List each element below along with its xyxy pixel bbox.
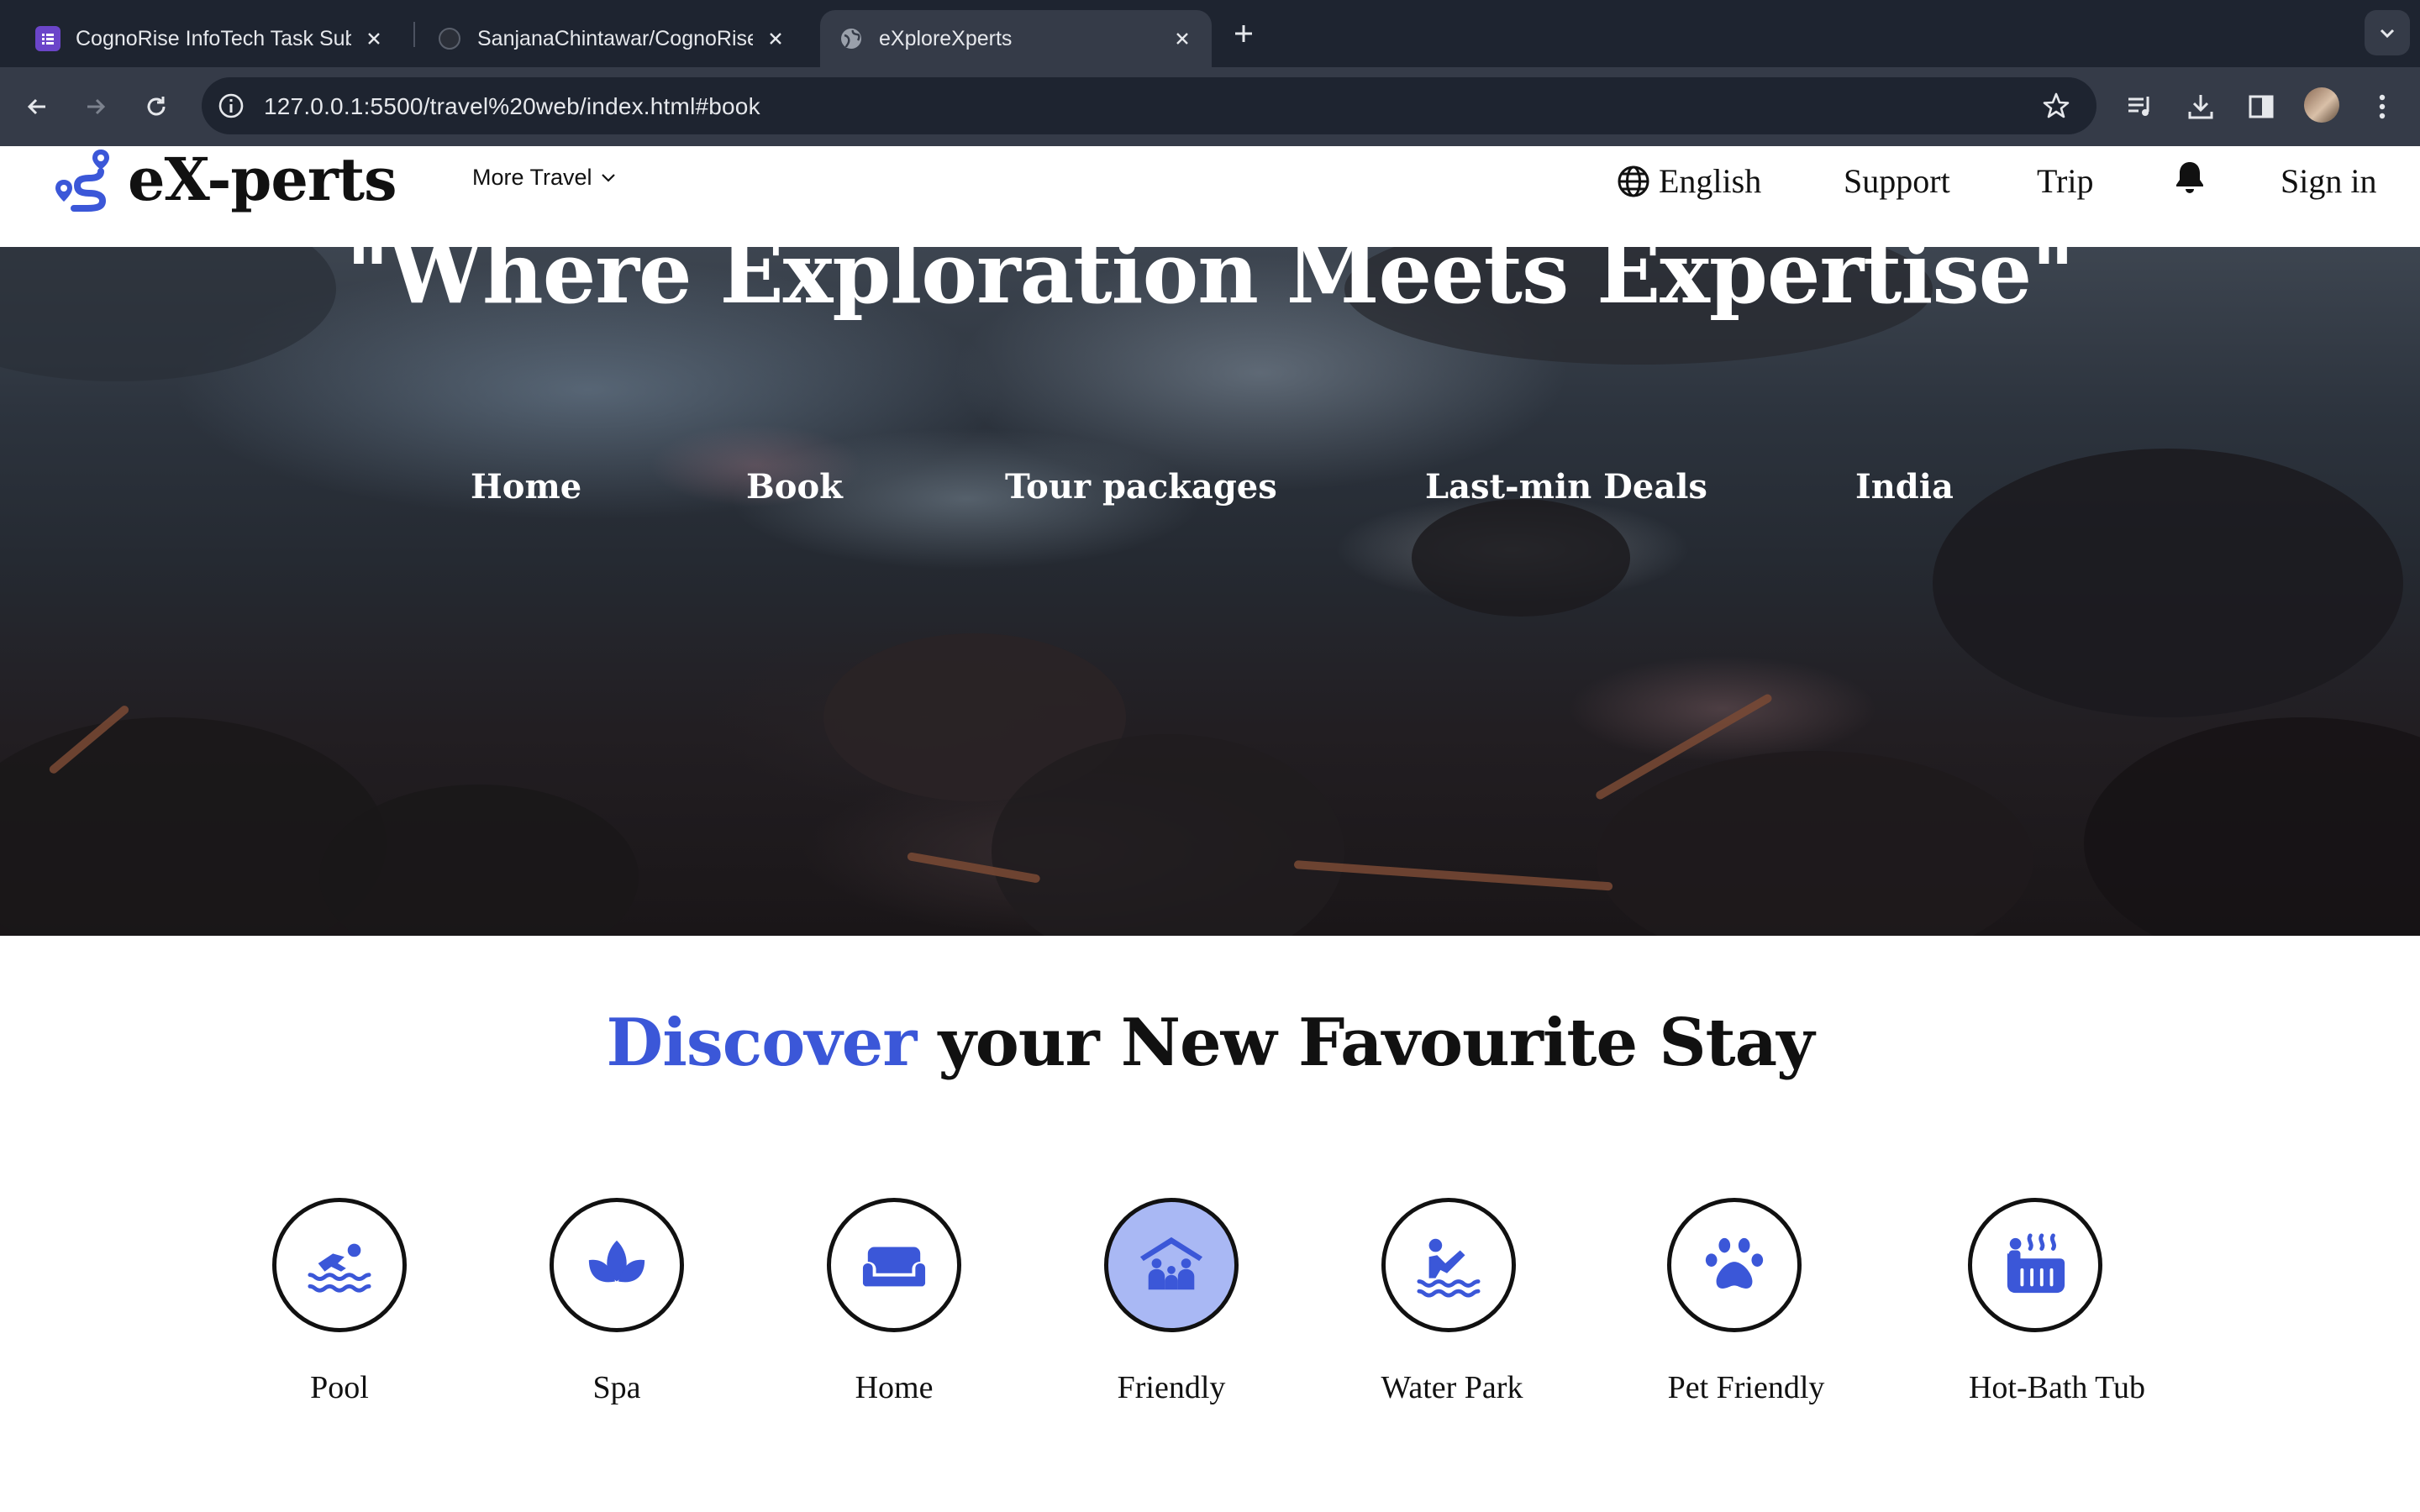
hero-nav-last-min-deals[interactable]: Last-min Deals: [1425, 467, 1707, 507]
kebab-menu-icon[interactable]: [2365, 89, 2400, 124]
site-logo[interactable]: eX-perts: [128, 146, 397, 213]
tab-explorexperts[interactable]: eXploreXperts: [820, 10, 1212, 67]
address-bar[interactable]: 127.0.0.1:5500/travel%20web/index.html#b…: [202, 77, 2096, 134]
close-icon[interactable]: [1171, 28, 1193, 50]
spa-lotus-icon: [588, 1240, 645, 1283]
site-info-icon[interactable]: [217, 92, 245, 120]
form-icon: [35, 26, 60, 51]
download-icon[interactable]: [2183, 89, 2218, 124]
tab-search-button[interactable]: [2365, 10, 2410, 55]
more-travel-dropdown[interactable]: More Travel: [472, 165, 616, 191]
site-header: eX-perts More Travel English Support Tri…: [0, 146, 2420, 247]
tab-title: SanjanaChintawar/CognoRise: [477, 26, 753, 50]
tab-github-repo[interactable]: SanjanaChintawar/CognoRise: [418, 10, 805, 67]
couch-icon: [862, 1247, 926, 1287]
language-label: English: [1659, 162, 1762, 200]
close-icon[interactable]: [363, 28, 385, 50]
chevron-down-icon: [2380, 29, 2395, 39]
forward-button[interactable]: [77, 88, 114, 125]
hero-nav-tour-packages[interactable]: Tour packages: [1005, 467, 1277, 507]
browser-toolbar: 127.0.0.1:5500/travel%20web/index.html#b…: [0, 67, 2420, 146]
media-control-icon[interactable]: [2123, 89, 2158, 124]
amenity-label: Pet Friendly: [1667, 1370, 1825, 1405]
amenity-friendly[interactable]: [1104, 1198, 1239, 1332]
more-travel-label: More Travel: [472, 165, 592, 190]
profile-avatar[interactable]: [2304, 87, 2339, 123]
hero-nav-book[interactable]: Book: [746, 467, 843, 507]
discover-accent: Discover: [606, 1005, 918, 1081]
globe-icon: [839, 26, 864, 51]
arrow-left-icon: [27, 98, 45, 115]
arrow-right-icon: [87, 98, 106, 115]
discover-heading: Discover your New Favourite Stay: [0, 1005, 2420, 1081]
amenity-label: Pool: [310, 1370, 369, 1405]
tab-separator: [413, 22, 415, 47]
amenity-pool[interactable]: [272, 1198, 407, 1332]
side-panel-icon[interactable]: [2244, 89, 2279, 124]
amenity-water-park[interactable]: [1381, 1198, 1516, 1332]
chevron-down-icon: [601, 173, 615, 182]
hero-title: "Where Exploration Meets Expertise": [345, 247, 2075, 323]
family-house-icon: [1139, 1236, 1203, 1290]
amenity-label: Friendly: [1117, 1370, 1226, 1405]
github-icon: [437, 26, 462, 51]
amenity-home[interactable]: [827, 1198, 961, 1332]
language-selector[interactable]: English: [1617, 161, 1761, 201]
hero-nav-india[interactable]: India: [1855, 467, 1954, 507]
swimmer-icon: [308, 1243, 371, 1293]
hot-tub-icon: [2007, 1233, 2065, 1294]
notifications-bell-icon[interactable]: [2173, 160, 2207, 195]
amenity-pet-friendly[interactable]: [1667, 1198, 1802, 1332]
reload-button[interactable]: [138, 88, 175, 125]
tab-title: eXploreXperts: [879, 26, 1013, 50]
amenity-label: Spa: [592, 1370, 641, 1405]
trip-link[interactable]: Trip: [2037, 161, 2093, 201]
water-slide-icon: [1417, 1238, 1481, 1298]
route-logo-icon[interactable]: [50, 146, 118, 213]
sign-in-link[interactable]: Sign in: [2281, 161, 2376, 201]
back-button[interactable]: [18, 88, 55, 125]
url-text[interactable]: 127.0.0.1:5500/travel%20web/index.html#b…: [264, 93, 760, 120]
browser-tab-strip: CognoRise InfoTech Task Submission Sanja…: [0, 0, 2420, 67]
bookmark-star-icon[interactable]: [2041, 91, 2071, 121]
globe-icon: [1618, 165, 1649, 197]
support-link[interactable]: Support: [1844, 161, 1950, 201]
tab-cognorise-form[interactable]: CognoRise InfoTech Task Submission: [17, 10, 403, 67]
discover-rest: your New Favourite Stay: [938, 1005, 1814, 1081]
hero-nav-home[interactable]: Home: [471, 467, 581, 507]
close-icon[interactable]: [765, 28, 786, 50]
amenity-spa[interactable]: [550, 1198, 684, 1332]
reload-icon: [147, 97, 166, 116]
hero-banner: "Where Exploration Meets Expertise" Home…: [0, 247, 2420, 936]
amenity-label: Home: [855, 1370, 934, 1405]
amenity-label: Hot-Bath Tub: [1968, 1370, 2146, 1405]
amenity-label: Water Park: [1381, 1370, 1523, 1405]
tab-title: CognoRise InfoTech Task Submission: [76, 26, 351, 50]
paw-icon: [1705, 1237, 1764, 1289]
amenity-hot-bath-tub[interactable]: [1968, 1198, 2102, 1332]
new-tab-button[interactable]: [1228, 18, 1259, 49]
